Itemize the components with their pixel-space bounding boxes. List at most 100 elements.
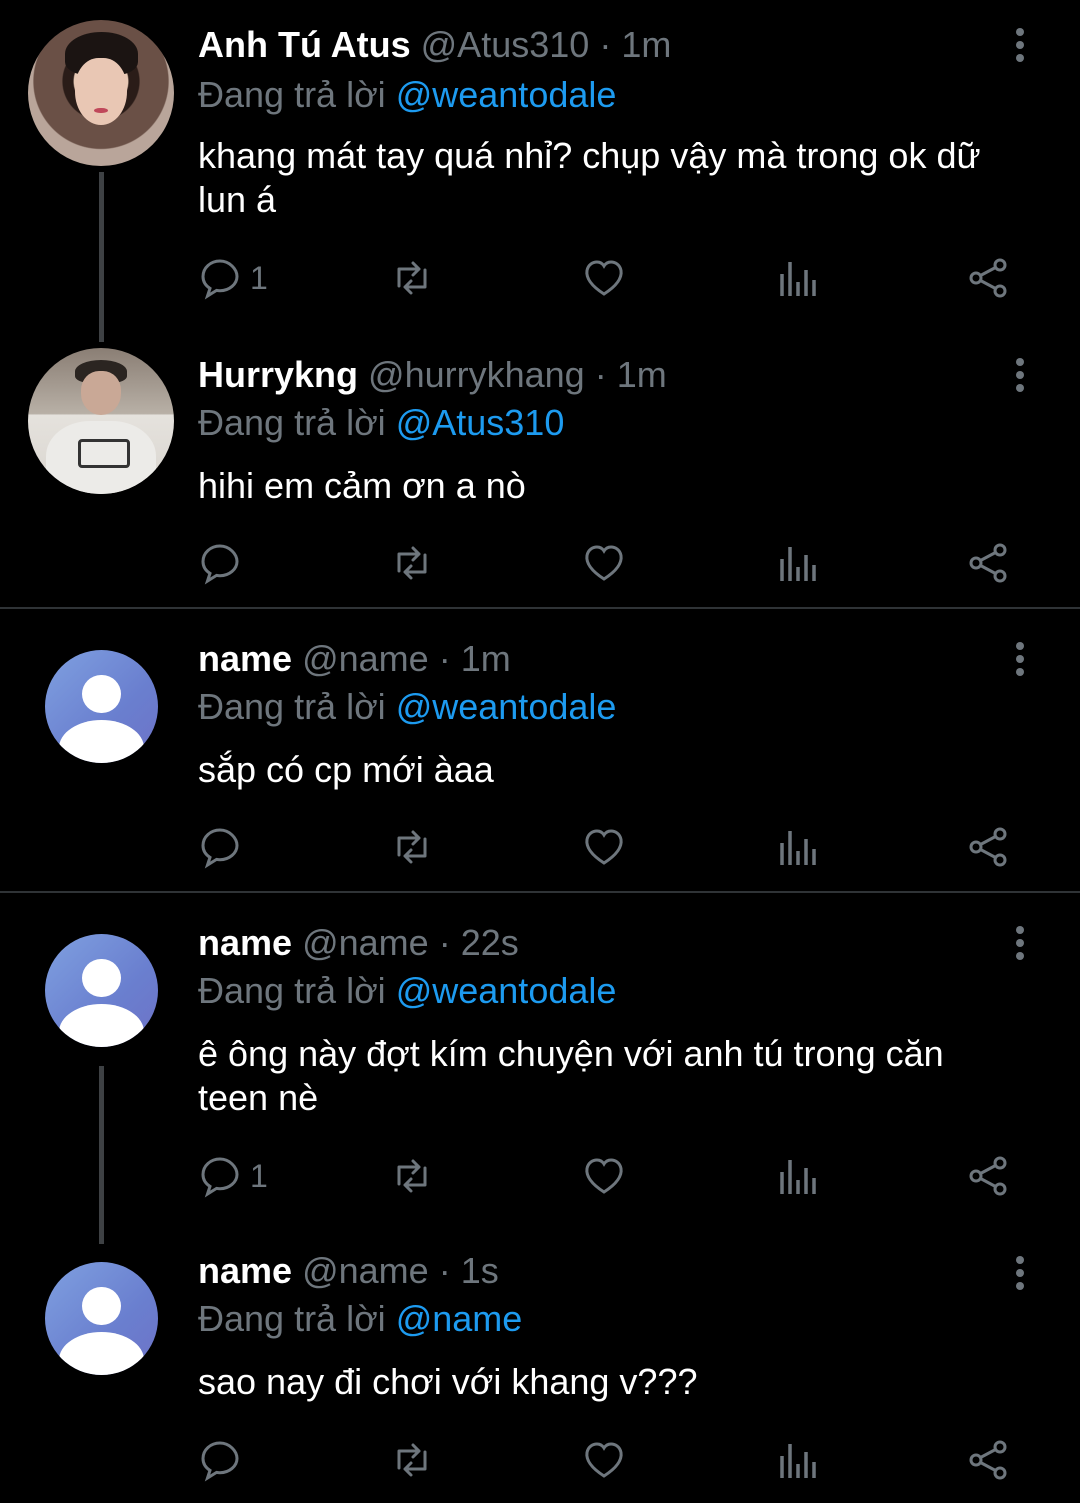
- bar-chart-icon: [780, 262, 816, 296]
- separator: ·: [438, 1250, 451, 1291]
- speech-bubble-icon: [201, 828, 239, 869]
- timestamp[interactable]: 22s: [461, 922, 519, 963]
- mention-link[interactable]: @weantodale: [396, 970, 617, 1011]
- display-name[interactable]: name: [198, 1250, 292, 1291]
- like-button[interactable]: [582, 538, 626, 588]
- retweet-button[interactable]: [390, 1151, 434, 1201]
- more-options-icon[interactable]: [1012, 1256, 1028, 1295]
- views-button[interactable]: [775, 538, 819, 588]
- user-handle[interactable]: @name: [302, 638, 429, 679]
- tweet-text: ê ông này đợt kím chuyện với anh tú tron…: [198, 1033, 944, 1118]
- timestamp[interactable]: 1m: [461, 638, 511, 679]
- avatar[interactable]: [45, 650, 158, 763]
- reply-prefix: Đang trả lời: [198, 402, 386, 443]
- timestamp[interactable]: 1m: [617, 354, 667, 395]
- avatar[interactable]: [45, 934, 158, 1047]
- tweet-header: name @name · 1m: [198, 638, 511, 680]
- avatar[interactable]: [28, 20, 174, 166]
- reply-button[interactable]: [198, 538, 250, 588]
- mention-link[interactable]: @Atus310: [396, 402, 565, 443]
- display-name[interactable]: name: [198, 922, 292, 963]
- views-button[interactable]: [775, 822, 819, 872]
- heart-icon: [585, 1442, 623, 1478]
- tweet-header: name @name · 22s: [198, 922, 519, 964]
- replying-to: Đang trả lời @weantodale: [198, 74, 616, 116]
- bar-chart-icon: [780, 547, 816, 581]
- tweet[interactable]: name @name · 22s Đang trả lời @weantodal…: [0, 896, 1080, 1248]
- reply-button[interactable]: [198, 822, 250, 872]
- replying-to: Đang trả lời @weantodale: [198, 686, 616, 728]
- tweet[interactable]: Anh Tú Atus @Atus310 · 1m Đang trả lời @…: [0, 0, 1080, 342]
- views-button[interactable]: [775, 1151, 819, 1201]
- display-name[interactable]: Hurrykng: [198, 354, 358, 395]
- retweet-icon: [397, 1159, 427, 1193]
- retweet-button[interactable]: [390, 822, 434, 872]
- display-name[interactable]: name: [198, 638, 292, 679]
- reply-button[interactable]: 1: [198, 1151, 268, 1201]
- retweet-icon: [397, 261, 427, 295]
- more-options-icon[interactable]: [1012, 926, 1028, 965]
- timestamp[interactable]: 1m: [621, 24, 671, 65]
- retweet-button[interactable]: [390, 1435, 434, 1485]
- mention-link[interactable]: @weantodale: [396, 686, 617, 727]
- divider: [0, 607, 1080, 609]
- speech-bubble-icon: [201, 1441, 239, 1482]
- retweet-button[interactable]: [390, 538, 434, 588]
- heart-icon: [585, 829, 623, 865]
- views-button[interactable]: [775, 1435, 819, 1485]
- user-handle[interactable]: @Atus310: [421, 24, 590, 65]
- user-handle[interactable]: @name: [302, 922, 429, 963]
- reply-prefix: Đang trả lời: [198, 1298, 386, 1339]
- action-bar: [0, 1435, 1080, 1485]
- user-handle[interactable]: @hurrykhang: [368, 354, 585, 395]
- retweet-button[interactable]: [390, 253, 434, 303]
- more-options-icon[interactable]: [1012, 642, 1028, 681]
- like-button[interactable]: [582, 822, 626, 872]
- avatar[interactable]: [45, 1262, 158, 1375]
- tweet-text: sao nay đi chơi với khang v???: [198, 1361, 698, 1402]
- action-bar: 1: [0, 253, 1080, 303]
- share-button[interactable]: [966, 1151, 1010, 1201]
- bar-chart-icon: [780, 1444, 816, 1478]
- replying-to: Đang trả lời @weantodale: [198, 970, 616, 1012]
- share-icon: [969, 258, 1007, 298]
- reply-button[interactable]: 1: [198, 253, 268, 303]
- display-name[interactable]: Anh Tú Atus: [198, 24, 411, 65]
- share-button[interactable]: [966, 253, 1010, 303]
- retweet-icon: [397, 546, 427, 580]
- divider: [0, 891, 1080, 893]
- bar-chart-icon: [780, 1160, 816, 1194]
- share-icon: [969, 827, 1007, 867]
- tweet[interactable]: name @name · 1s Đang trả lời @name sao n…: [0, 1248, 1080, 1503]
- share-button[interactable]: [966, 538, 1010, 588]
- speech-bubble-icon: [201, 1157, 239, 1198]
- replying-to: Đang trả lời @name: [198, 1298, 522, 1340]
- like-button[interactable]: [582, 1151, 626, 1201]
- tweet[interactable]: name @name · 1m Đang trả lời @weantodale…: [0, 612, 1080, 890]
- like-button[interactable]: [582, 1435, 626, 1485]
- views-button[interactable]: [775, 253, 819, 303]
- speech-bubble-icon: [201, 259, 239, 300]
- like-button[interactable]: [582, 253, 626, 303]
- user-handle[interactable]: @name: [302, 1250, 429, 1291]
- reply-prefix: Đang trả lời: [198, 74, 386, 115]
- tweet-text: khang mát tay quá nhỉ? chụp vậy mà trong…: [198, 135, 981, 220]
- reply-count: 1: [250, 1157, 268, 1194]
- share-button[interactable]: [966, 822, 1010, 872]
- retweet-icon: [397, 1443, 427, 1477]
- mention-link[interactable]: @weantodale: [396, 74, 617, 115]
- more-options-icon[interactable]: [1012, 358, 1028, 397]
- action-bar: [0, 538, 1080, 588]
- separator: ·: [599, 24, 612, 65]
- timestamp[interactable]: 1s: [461, 1250, 499, 1291]
- reply-button[interactable]: [198, 1435, 250, 1485]
- avatar[interactable]: [28, 348, 174, 494]
- speech-bubble-icon: [201, 544, 239, 585]
- reply-prefix: Đang trả lời: [198, 970, 386, 1011]
- reply-prefix: Đang trả lời: [198, 686, 386, 727]
- share-button[interactable]: [966, 1435, 1010, 1485]
- share-icon: [969, 543, 1007, 583]
- tweet[interactable]: Hurrykng @hurrykhang · 1m Đang trả lời @…: [0, 330, 1080, 608]
- more-options-icon[interactable]: [1012, 28, 1028, 67]
- mention-link[interactable]: @name: [396, 1298, 523, 1339]
